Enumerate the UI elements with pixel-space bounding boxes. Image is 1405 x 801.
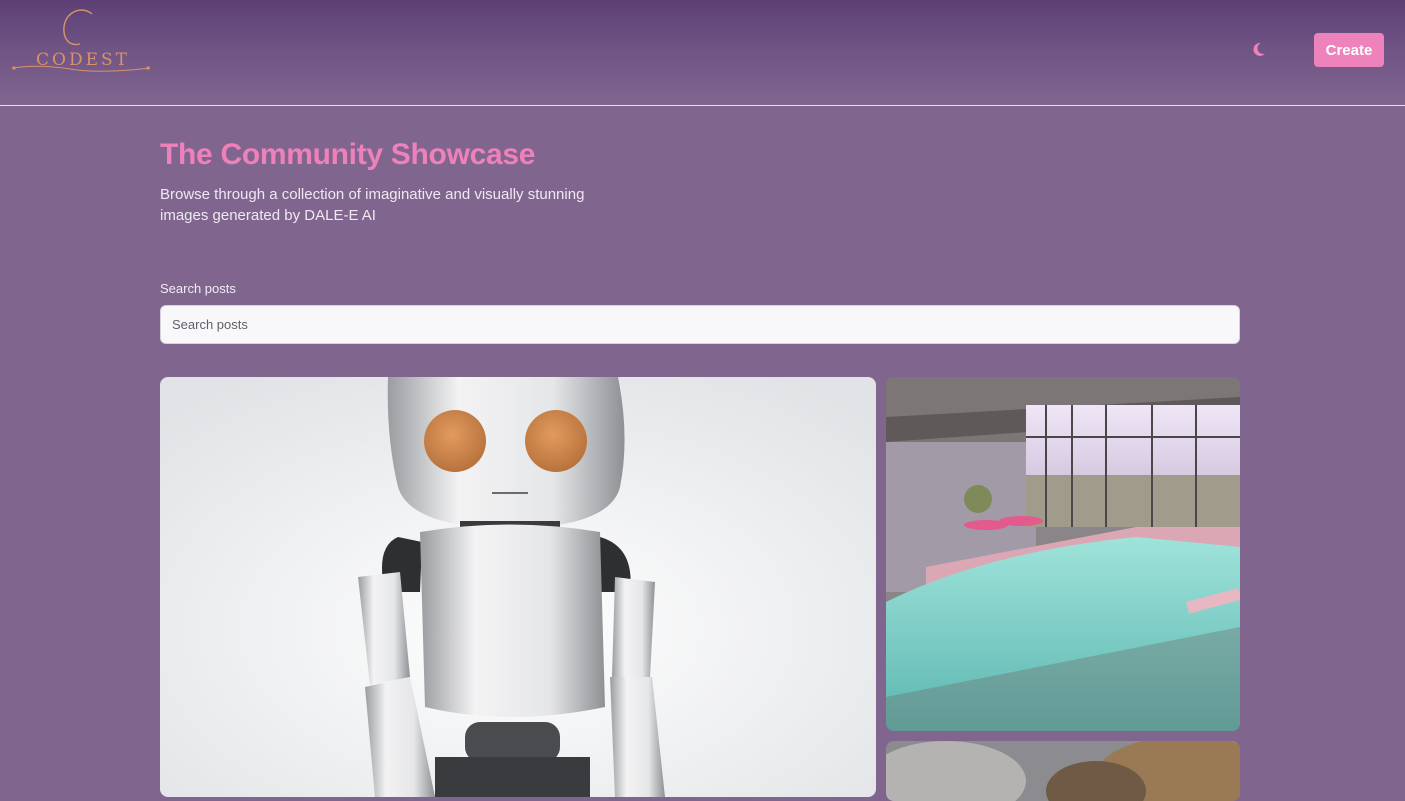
search-input[interactable] [160, 305, 1240, 344]
post-card-pool[interactable] [886, 377, 1240, 731]
page-title: The Community Showcase [160, 138, 536, 171]
top-nav: CODEST Create [0, 0, 1405, 106]
moon-icon[interactable] [1250, 40, 1268, 58]
page-subtitle: Browse through a collection of imaginati… [160, 186, 585, 224]
search-label: Search posts [160, 281, 236, 296]
create-button[interactable]: Create [1314, 33, 1384, 67]
hair-image [886, 741, 1240, 801]
codest-logo[interactable]: CODEST [10, 6, 152, 76]
logo-text: CODEST [36, 50, 130, 70]
post-card-hair[interactable] [886, 741, 1240, 801]
pool-image [886, 377, 1240, 731]
robot-image [160, 377, 876, 797]
post-card-robot[interactable] [160, 377, 876, 797]
